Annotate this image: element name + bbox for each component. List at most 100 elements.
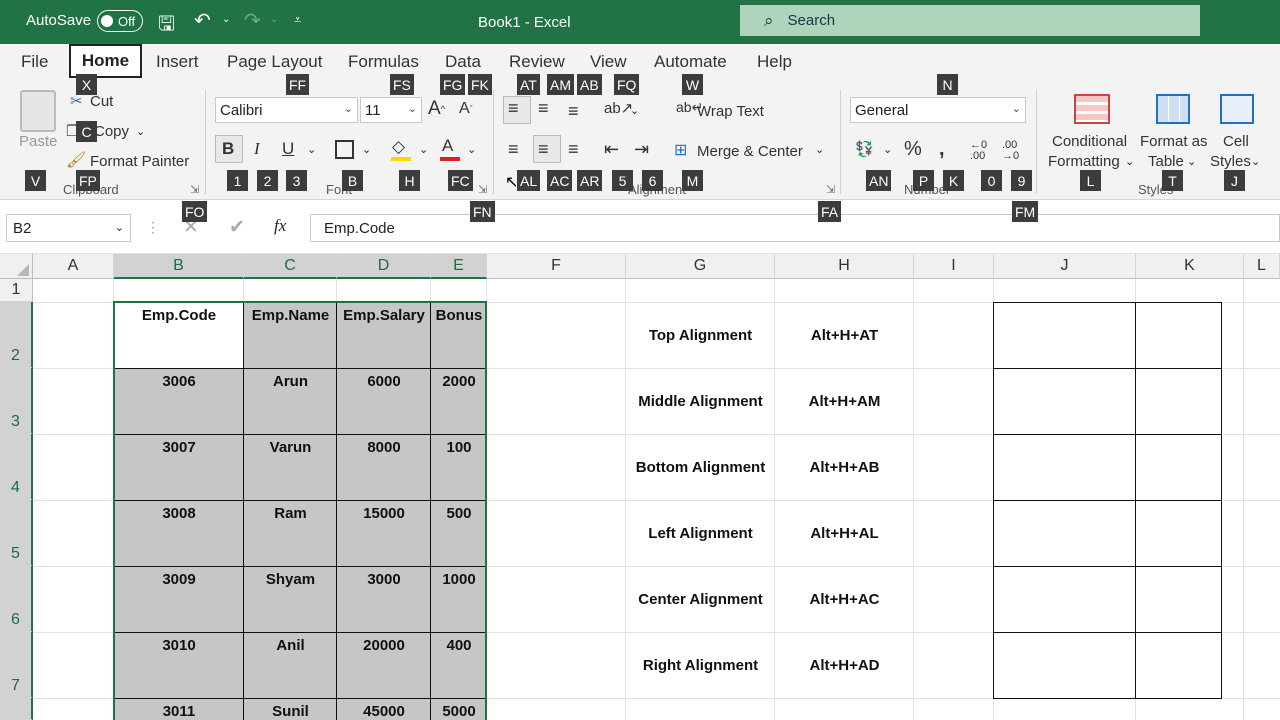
font-name-combo[interactable]: Calibri ⌄ — [215, 97, 358, 123]
font-color-icon[interactable]: A — [442, 136, 453, 156]
row-header[interactable]: 5 — [0, 500, 33, 566]
paste-label[interactable]: Paste — [19, 133, 57, 150]
shortcut-name[interactable]: Center Alignment — [626, 591, 775, 608]
tab-help[interactable]: Help — [757, 52, 792, 72]
table-header[interactable]: Emp.Code — [114, 307, 244, 324]
fill-color-dropdown-icon[interactable]: ⌄ — [419, 143, 428, 156]
table-header[interactable]: Emp.Salary — [337, 307, 431, 324]
format-table-label-2[interactable]: Table — [1148, 153, 1184, 170]
column-header[interactable]: E — [431, 254, 487, 279]
table-cell[interactable]: 15000 — [337, 505, 431, 522]
save-icon[interactable]: 🖫 — [158, 9, 175, 43]
column-header[interactable]: H — [775, 254, 914, 279]
tab-insert[interactable]: Insert — [156, 52, 199, 72]
tab-review[interactable]: Review — [509, 52, 565, 72]
cell-styles-label-2[interactable]: Styles — [1210, 153, 1251, 170]
merge-center-button[interactable]: Merge & Center — [697, 143, 803, 160]
column-header[interactable]: G — [626, 254, 775, 279]
format-table-label-1[interactable]: Format as — [1140, 133, 1208, 150]
column-header[interactable]: C — [244, 254, 337, 279]
table-cell[interactable]: Arun — [244, 373, 337, 390]
number-format-combo[interactable]: General ⌄ — [850, 97, 1026, 123]
undo-dropdown-icon[interactable]: ⌄ — [222, 14, 230, 25]
table-cell[interactable]: 45000 — [337, 703, 431, 720]
bold-icon[interactable]: B — [222, 139, 234, 159]
percent-icon[interactable]: % — [904, 138, 922, 161]
middle-align-icon[interactable]: ≡ — [538, 98, 549, 119]
borders-dropdown-icon[interactable]: ⌄ — [362, 143, 371, 156]
shortcut-keys[interactable]: Alt+H+AC — [775, 591, 914, 608]
table-cell[interactable]: 8000 — [337, 439, 431, 456]
table-cell[interactable]: 3010 — [114, 637, 244, 654]
align-left-icon[interactable]: ≡ — [508, 139, 519, 160]
table-cell[interactable]: 20000 — [337, 637, 431, 654]
conditional-formatting-icon[interactable] — [1074, 94, 1110, 124]
tab-automate[interactable]: Automate — [654, 52, 727, 72]
cell-styles-icon[interactable] — [1220, 94, 1254, 124]
increase-decimal-icon[interactable]: ←0.00 — [970, 140, 987, 162]
copy-button[interactable]: Copy — [94, 123, 129, 140]
row-header[interactable] — [0, 698, 33, 720]
format-as-table-icon[interactable] — [1156, 94, 1190, 124]
shortcut-name[interactable]: Bottom Alignment — [626, 459, 775, 476]
table-cell[interactable]: 2000 — [431, 373, 487, 390]
search-box[interactable]: ⌕ Search — [740, 5, 1200, 36]
clipboard-launcher-icon[interactable]: ⇲ — [190, 183, 199, 196]
column-header[interactable]: L — [1244, 254, 1280, 279]
table-cell[interactable]: Varun — [244, 439, 337, 456]
column-header[interactable]: I — [914, 254, 994, 279]
table-cell[interactable]: 3006 — [114, 373, 244, 390]
formula-input[interactable]: Emp.Code — [310, 214, 1280, 242]
increase-indent-icon[interactable]: ⇥ — [634, 139, 649, 160]
align-right-icon[interactable]: ≡ — [568, 139, 579, 160]
table-cell[interactable]: 3011 — [114, 703, 244, 720]
shortcut-name[interactable]: Middle Alignment — [626, 393, 775, 410]
wrap-text-button[interactable]: Wrap Text — [697, 103, 764, 120]
merge-center-icon[interactable]: ⊞ — [674, 140, 687, 160]
column-header[interactable]: F — [487, 254, 626, 279]
worksheet-grid[interactable]: A B C D E F G H I J K L 1 2 3 4 5 6 7 Em… — [0, 254, 1280, 720]
customize-toolbar-icon[interactable]: ⩡ — [294, 12, 301, 28]
accounting-format-icon[interactable]: 💱 — [855, 140, 874, 158]
top-align-icon[interactable]: ≡ — [508, 98, 519, 119]
table-cell[interactable]: 400 — [431, 637, 487, 654]
merge-dropdown-icon[interactable]: ⌄ — [815, 143, 824, 156]
decrease-decimal-icon[interactable]: .00 →0 — [1002, 140, 1019, 162]
shortcut-keys[interactable]: Alt+H+AM — [775, 393, 914, 410]
table-cell[interactable]: Shyam — [244, 571, 337, 588]
align-center-icon[interactable]: ≡ — [538, 139, 549, 160]
shortcut-name[interactable]: Left Alignment — [626, 525, 775, 542]
row-header[interactable]: 7 — [0, 632, 33, 698]
row-header[interactable]: 4 — [0, 434, 33, 500]
borders-icon[interactable] — [335, 140, 354, 159]
format-painter-icon[interactable]: 🖌 — [66, 150, 86, 170]
column-header[interactable]: J — [994, 254, 1136, 279]
decrease-font-icon[interactable]: Aˇ — [459, 100, 473, 118]
tab-file[interactable]: File — [21, 52, 48, 72]
font-launcher-icon[interactable]: ⇲ — [478, 183, 487, 196]
shortcut-name[interactable]: Right Alignment — [626, 657, 775, 674]
fill-color-icon[interactable]: ◇ — [392, 137, 405, 157]
column-header[interactable]: D — [337, 254, 431, 279]
conditional-label-2[interactable]: Formatting — [1048, 153, 1120, 170]
bottom-align-icon[interactable]: ≡ — [568, 101, 579, 122]
row-header[interactable]: 6 — [0, 566, 33, 632]
column-header[interactable]: B — [114, 254, 244, 279]
table-cell[interactable]: 3008 — [114, 505, 244, 522]
tab-view[interactable]: View — [590, 52, 627, 72]
accounting-dropdown-icon[interactable]: ⌄ — [883, 143, 892, 156]
table-header[interactable]: Emp.Name — [244, 307, 337, 324]
shortcut-keys[interactable]: Alt+H+AD — [775, 657, 914, 674]
conditional-label-1[interactable]: Conditional — [1052, 133, 1127, 150]
name-box[interactable]: B2 ⌄ — [6, 214, 131, 242]
shortcut-name[interactable]: Top Alignment — [626, 327, 775, 344]
row-header[interactable]: 3 — [0, 368, 33, 434]
copy-dropdown-icon[interactable]: ⌄ — [136, 125, 145, 138]
increase-font-icon[interactable]: A ^ — [428, 98, 445, 120]
column-header[interactable]: K — [1136, 254, 1244, 279]
table-cell[interactable]: 5000 — [431, 703, 487, 720]
conditional-dropdown-icon[interactable]: ⌄ — [1125, 155, 1134, 168]
tab-formulas[interactable]: Formulas — [348, 52, 419, 72]
format-table-dropdown-icon[interactable]: ⌄ — [1187, 155, 1196, 168]
column-header[interactable]: A — [33, 254, 114, 279]
